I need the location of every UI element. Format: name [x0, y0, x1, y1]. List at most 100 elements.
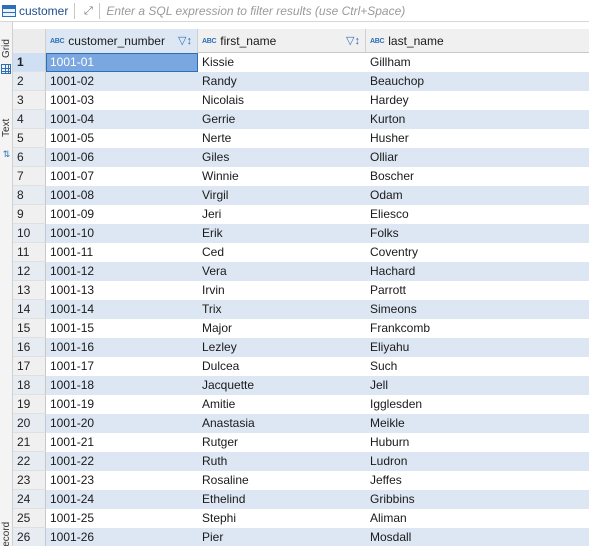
- table-row[interactable]: 20 1001-20 Anastasia Meikle: [13, 414, 589, 433]
- cell-customer-number[interactable]: 1001-04: [46, 110, 198, 129]
- cell-first-name[interactable]: Winnie: [198, 167, 366, 186]
- cell-first-name[interactable]: Dulcea: [198, 357, 366, 376]
- table-row[interactable]: 16 1001-16 Lezley Eliyahu: [13, 338, 589, 357]
- row-number[interactable]: 14: [13, 300, 46, 319]
- cell-customer-number[interactable]: 1001-21: [46, 433, 198, 452]
- row-number[interactable]: 17: [13, 357, 46, 376]
- cell-customer-number[interactable]: 1001-24: [46, 490, 198, 509]
- cell-first-name[interactable]: Nerte: [198, 129, 366, 148]
- cell-first-name[interactable]: Kissie: [198, 53, 366, 72]
- cell-last-name[interactable]: Gribbins: [366, 490, 589, 509]
- cell-last-name[interactable]: Hardey: [366, 91, 589, 110]
- cell-last-name[interactable]: Aliman: [366, 509, 589, 528]
- table-row[interactable]: 5 1001-05 Nerte Husher: [13, 129, 589, 148]
- table-row[interactable]: 9 1001-09 Jeri Eliesco: [13, 205, 589, 224]
- cell-customer-number[interactable]: 1001-22: [46, 452, 198, 471]
- sort-filter-icon[interactable]: ▽↕: [178, 34, 192, 48]
- cell-customer-number[interactable]: 1001-08: [46, 186, 198, 205]
- cell-customer-number[interactable]: 1001-10: [46, 224, 198, 243]
- cell-last-name[interactable]: Eliesco: [366, 205, 589, 224]
- row-number[interactable]: 3: [13, 91, 46, 110]
- table-row[interactable]: 13 1001-13 Irvin Parrott: [13, 281, 589, 300]
- row-number[interactable]: 13: [13, 281, 46, 300]
- cell-first-name[interactable]: Nicolais: [198, 91, 366, 110]
- cell-customer-number[interactable]: 1001-20: [46, 414, 198, 433]
- table-name[interactable]: customer: [19, 4, 68, 18]
- cell-customer-number[interactable]: 1001-05: [46, 129, 198, 148]
- cell-customer-number[interactable]: 1001-26: [46, 528, 198, 546]
- table-row[interactable]: 8 1001-08 Virgil Odam: [13, 186, 589, 205]
- table-row[interactable]: 23 1001-23 Rosaline Jeffes: [13, 471, 589, 490]
- cell-customer-number[interactable]: 1001-01: [46, 53, 198, 72]
- cell-customer-number[interactable]: 1001-15: [46, 319, 198, 338]
- row-number[interactable]: 16: [13, 338, 46, 357]
- table-row[interactable]: 4 1001-04 Gerrie Kurton: [13, 110, 589, 129]
- table-row[interactable]: 17 1001-17 Dulcea Such: [13, 357, 589, 376]
- table-row[interactable]: 12 1001-12 Vera Hachard: [13, 262, 589, 281]
- header-corner[interactable]: [13, 29, 46, 53]
- cell-last-name[interactable]: Parrott: [366, 281, 589, 300]
- cell-last-name[interactable]: Ludron: [366, 452, 589, 471]
- cell-last-name[interactable]: Odam: [366, 186, 589, 205]
- row-number[interactable]: 22: [13, 452, 46, 471]
- cell-last-name[interactable]: Frankcomb: [366, 319, 589, 338]
- table-row[interactable]: 14 1001-14 Trix Simeons: [13, 300, 589, 319]
- cell-customer-number[interactable]: 1001-14: [46, 300, 198, 319]
- cell-first-name[interactable]: Ethelind: [198, 490, 366, 509]
- table-row[interactable]: 11 1001-11 Ced Coventry: [13, 243, 589, 262]
- column-header-customer-number[interactable]: ABC customer_number ▽↕: [46, 29, 198, 53]
- row-number[interactable]: 7: [13, 167, 46, 186]
- row-number[interactable]: 9: [13, 205, 46, 224]
- row-number[interactable]: 2: [13, 72, 46, 91]
- cell-first-name[interactable]: Rosaline: [198, 471, 366, 490]
- cell-first-name[interactable]: Irvin: [198, 281, 366, 300]
- table-row[interactable]: 2 1001-02 Randy Beauchop: [13, 72, 589, 91]
- cell-first-name[interactable]: Erik: [198, 224, 366, 243]
- table-row[interactable]: 15 1001-15 Major Frankcomb: [13, 319, 589, 338]
- cell-first-name[interactable]: Amitie: [198, 395, 366, 414]
- cell-first-name[interactable]: Gerrie: [198, 110, 366, 129]
- cell-last-name[interactable]: Simeons: [366, 300, 589, 319]
- cell-customer-number[interactable]: 1001-16: [46, 338, 198, 357]
- row-number[interactable]: 11: [13, 243, 46, 262]
- column-header-first-name[interactable]: ABC first_name ▽↕: [198, 29, 366, 53]
- row-number[interactable]: 4: [13, 110, 46, 129]
- table-row[interactable]: 10 1001-10 Erik Folks: [13, 224, 589, 243]
- cell-last-name[interactable]: Olliar: [366, 148, 589, 167]
- row-number[interactable]: 23: [13, 471, 46, 490]
- row-number[interactable]: 15: [13, 319, 46, 338]
- cell-last-name[interactable]: Jell: [366, 376, 589, 395]
- cell-first-name[interactable]: Jacquette: [198, 376, 366, 395]
- cell-first-name[interactable]: Trix: [198, 300, 366, 319]
- cell-last-name[interactable]: Coventry: [366, 243, 589, 262]
- cell-customer-number[interactable]: 1001-25: [46, 509, 198, 528]
- cell-first-name[interactable]: Rutger: [198, 433, 366, 452]
- cell-customer-number[interactable]: 1001-13: [46, 281, 198, 300]
- row-number[interactable]: 19: [13, 395, 46, 414]
- cell-last-name[interactable]: Husher: [366, 129, 589, 148]
- row-number[interactable]: 6: [13, 148, 46, 167]
- cell-first-name[interactable]: Ruth: [198, 452, 366, 471]
- cell-first-name[interactable]: Pier: [198, 528, 366, 546]
- sort-filter-icon[interactable]: ▽↕: [346, 34, 360, 48]
- cell-customer-number[interactable]: 1001-17: [46, 357, 198, 376]
- cell-first-name[interactable]: Stephi: [198, 509, 366, 528]
- cell-first-name[interactable]: Lezley: [198, 338, 366, 357]
- cell-first-name[interactable]: Virgil: [198, 186, 366, 205]
- cell-last-name[interactable]: Such: [366, 357, 589, 376]
- cell-last-name[interactable]: Gillham: [366, 53, 589, 72]
- cell-first-name[interactable]: Major: [198, 319, 366, 338]
- cell-last-name[interactable]: Igglesden: [366, 395, 589, 414]
- cell-first-name[interactable]: Giles: [198, 148, 366, 167]
- sql-filter-input[interactable]: [106, 3, 577, 18]
- row-number[interactable]: 26: [13, 528, 46, 546]
- row-number[interactable]: 1: [13, 53, 46, 72]
- cell-last-name[interactable]: Huburn: [366, 433, 589, 452]
- table-row[interactable]: 22 1001-22 Ruth Ludron: [13, 452, 589, 471]
- column-header-last-name[interactable]: ABC last_name: [366, 29, 589, 53]
- cell-customer-number[interactable]: 1001-02: [46, 72, 198, 91]
- cell-last-name[interactable]: Beauchop: [366, 72, 589, 91]
- table-row[interactable]: 26 1001-26 Pier Mosdall: [13, 528, 589, 546]
- cell-customer-number[interactable]: 1001-23: [46, 471, 198, 490]
- table-row[interactable]: 25 1001-25 Stephi Aliman: [13, 509, 589, 528]
